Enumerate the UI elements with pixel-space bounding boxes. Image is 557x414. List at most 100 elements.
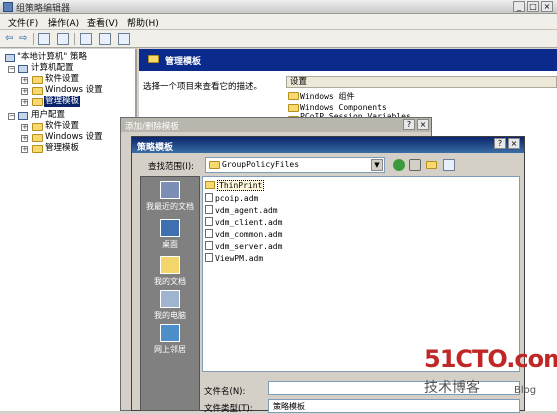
collapse-toggle[interactable]: − xyxy=(8,66,15,73)
folder-icon xyxy=(288,92,299,100)
folder-icon xyxy=(32,98,43,106)
show-tree-icon[interactable] xyxy=(57,33,69,45)
lookin-label: 查找范围(I): xyxy=(148,162,195,172)
setting-row[interactable]: Windows Components xyxy=(300,103,387,112)
menu-bar: 文件(F) 操作(A) 查看(V) 帮助(H) xyxy=(0,14,557,30)
expand-toggle[interactable]: + xyxy=(21,135,28,142)
filename-input[interactable] xyxy=(268,381,520,395)
file-item[interactable]: pcoip.adm xyxy=(205,193,258,203)
minimize-button[interactable]: _ xyxy=(513,1,525,12)
tree-windows-settings[interactable]: Windows 设置 xyxy=(45,85,103,96)
folder-icon xyxy=(32,145,43,153)
expand-toggle[interactable]: + xyxy=(21,88,28,95)
up-icon[interactable] xyxy=(38,33,50,45)
forward-icon[interactable]: ⇨ xyxy=(19,34,27,44)
help-button[interactable]: ? xyxy=(494,138,506,149)
tree-root[interactable]: "本地计算机" 策略 xyxy=(17,52,87,63)
computer-icon xyxy=(18,112,28,120)
place-documents[interactable]: 我的文档 xyxy=(140,256,200,287)
tree-user-software-settings[interactable]: 软件设置 xyxy=(45,121,79,132)
place-label: 我的文档 xyxy=(154,277,186,286)
place-network[interactable]: 网上邻居 xyxy=(140,324,200,355)
folder-icon xyxy=(32,76,43,84)
filetype-value: 策略模板 xyxy=(273,402,305,411)
add-remove-title: 添加/删除模板 xyxy=(125,122,179,132)
file-icon xyxy=(205,205,213,214)
filename-label: 文件名(N): xyxy=(204,387,246,397)
my-documents-icon xyxy=(160,256,180,274)
watermark-tagline: 技术博客 xyxy=(424,380,480,396)
tree-user-admin-templates[interactable]: 管理模板 xyxy=(45,143,79,154)
folder-icon xyxy=(288,104,299,112)
close-button[interactable]: × xyxy=(417,119,429,130)
close-button[interactable]: × xyxy=(508,138,520,149)
folder-icon xyxy=(205,181,215,189)
place-label: 我的电脑 xyxy=(154,311,186,320)
tree-admin-templates[interactable]: 管理模板 xyxy=(44,96,81,107)
expand-toggle[interactable]: + xyxy=(21,99,28,106)
tree-software-settings[interactable]: 软件设置 xyxy=(45,74,79,85)
add-remove-title-bar: 添加/删除模板 ? × xyxy=(121,118,431,132)
tree-computer-config[interactable]: 计算机配置 xyxy=(31,63,74,74)
up-folder-icon[interactable] xyxy=(409,159,421,171)
file-item[interactable]: vdm_client.adm xyxy=(205,217,282,227)
window-title: 组策略编辑器 xyxy=(16,4,71,14)
computer-icon xyxy=(18,65,28,73)
place-label: 我最近的文档 xyxy=(146,202,194,211)
back-icon[interactable] xyxy=(393,159,405,171)
desktop-icon xyxy=(160,219,180,237)
open-dialog-title-bar: 策略模板 ? × xyxy=(132,137,524,153)
place-recent[interactable]: 我最近的文档 xyxy=(140,181,200,212)
export-icon[interactable] xyxy=(80,33,92,45)
menu-action[interactable]: 操作(A) xyxy=(48,16,79,29)
back-icon[interactable]: ⇦ xyxy=(5,34,13,44)
details-title: 管理模板 xyxy=(165,57,202,67)
expand-toggle[interactable]: + xyxy=(21,146,28,153)
title-bar: 组策略编辑器 _ □ × xyxy=(0,0,557,14)
open-dialog-title: 策略模板 xyxy=(137,143,174,153)
watermark-blog: Blog xyxy=(514,385,537,396)
column-header-setting[interactable]: 设置 xyxy=(286,76,557,88)
maximize-button[interactable]: □ xyxy=(527,1,539,12)
expand-toggle[interactable]: + xyxy=(21,124,28,131)
recent-documents-icon xyxy=(160,181,180,199)
folder-icon xyxy=(32,134,43,142)
computer-icon xyxy=(5,54,15,62)
tree-user-config[interactable]: 用户配置 xyxy=(31,110,65,121)
menu-help[interactable]: 帮助(H) xyxy=(127,16,159,29)
new-folder-icon[interactable] xyxy=(426,161,437,169)
lookin-select[interactable]: GroupPolicyFiles ▼ xyxy=(205,157,385,173)
menu-file[interactable]: 文件(F) xyxy=(8,16,38,29)
menu-view[interactable]: 查看(V) xyxy=(87,16,118,29)
folder-icon xyxy=(209,161,220,169)
tree-user-windows-settings[interactable]: Windows 设置 xyxy=(45,132,103,143)
description-text: 选择一个项目来查看它的描述。 xyxy=(143,82,263,92)
properties-icon[interactable] xyxy=(118,33,130,45)
place-label: 桌面 xyxy=(162,240,178,249)
lookin-value: GroupPolicyFiles xyxy=(222,160,300,169)
file-item[interactable]: vdm_common.adm xyxy=(205,229,282,239)
chevron-down-icon[interactable]: ▼ xyxy=(371,159,383,171)
collapse-toggle[interactable]: − xyxy=(8,113,15,120)
place-label: 网上邻居 xyxy=(154,345,186,354)
view-menu-icon[interactable] xyxy=(443,159,455,171)
file-item[interactable]: ViewPM.adm xyxy=(205,253,263,263)
expand-toggle[interactable]: + xyxy=(21,77,28,84)
help-button[interactable]: ? xyxy=(403,119,415,130)
file-icon xyxy=(205,217,213,226)
help-icon[interactable] xyxy=(99,33,111,45)
file-item[interactable]: vdm_agent.adm xyxy=(205,205,278,215)
file-icon xyxy=(205,241,213,250)
place-desktop[interactable]: 桌面 xyxy=(140,219,200,250)
details-header: 管理模板 xyxy=(139,49,557,71)
my-computer-icon xyxy=(160,290,180,308)
file-item[interactable]: ThinPrint xyxy=(205,180,265,191)
setting-row[interactable]: Windows 组件 xyxy=(300,91,355,102)
file-item[interactable]: vdm_server.adm xyxy=(205,241,282,251)
filetype-label: 文件类型(T): xyxy=(204,404,253,414)
place-computer[interactable]: 我的电脑 xyxy=(140,290,200,321)
folder-icon xyxy=(148,55,159,63)
close-button[interactable]: × xyxy=(541,1,553,12)
folder-icon xyxy=(32,87,43,95)
app-icon xyxy=(3,2,13,12)
